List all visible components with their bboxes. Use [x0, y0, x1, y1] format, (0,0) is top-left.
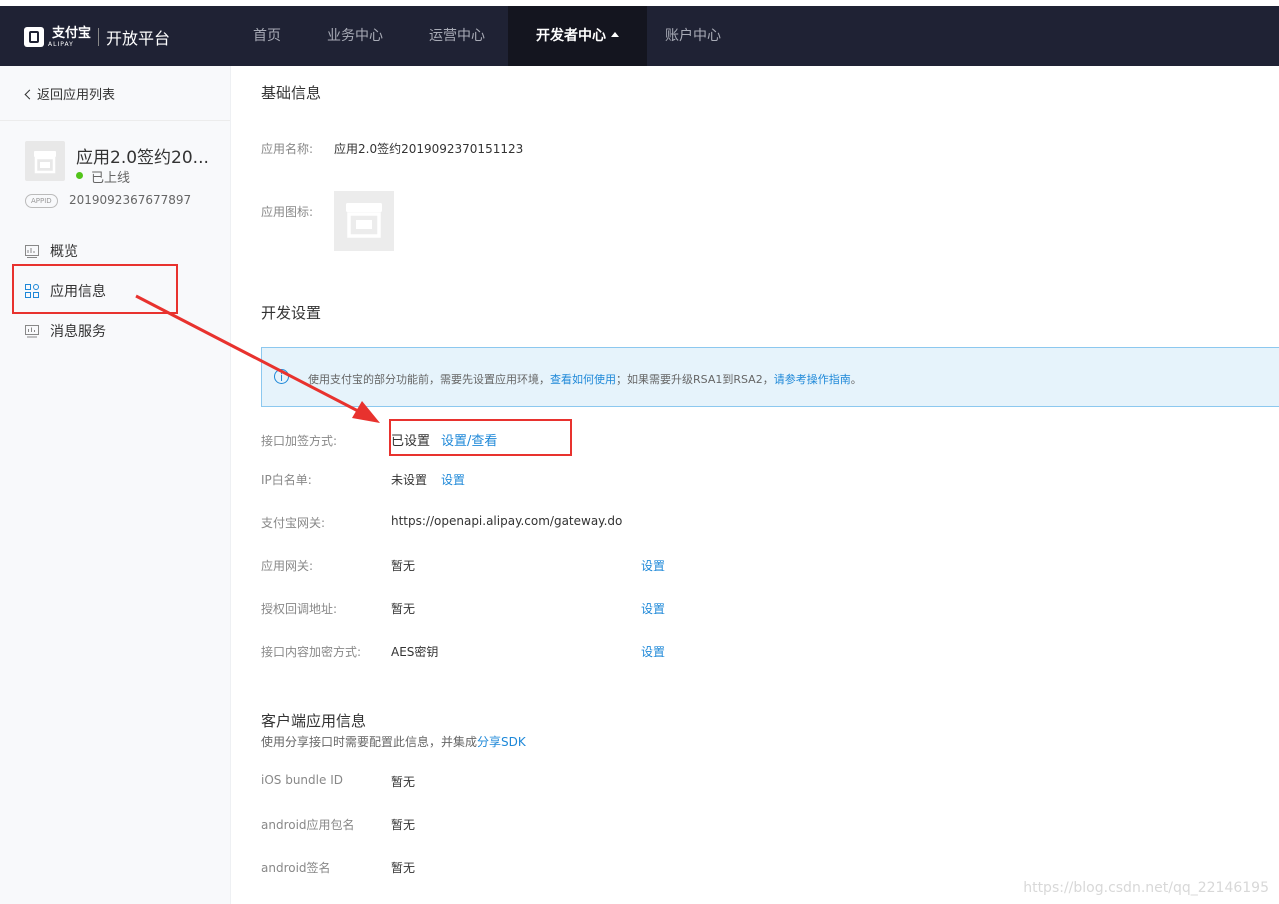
share-sdk-link[interactable]: 分享SDK [477, 735, 526, 749]
ios-bundle-value: 暂无 [391, 775, 416, 789]
client-info-title: 客户端应用信息 [261, 712, 367, 730]
sidebar-item-label: 消息服务 [50, 324, 106, 340]
notice-middle: ；如果需要升级RSA1到RSA2， [616, 373, 774, 386]
client-info-note: 使用分享接口时需要配置此信息，并集成分享SDK [261, 733, 526, 750]
app-name: 应用2.0签约20... [76, 148, 209, 168]
info-icon: i [274, 369, 289, 384]
back-to-app-list-link[interactable]: 返回应用列表 [24, 84, 116, 103]
android-package-value: 暂无 [391, 818, 416, 832]
sign-method-label: 接口加签方式: [261, 434, 338, 448]
alipay-gateway-label: 支付宝网关: [261, 516, 326, 530]
android-signature-value: 暂无 [391, 861, 416, 875]
appid-value: 2019092367677897 [69, 193, 192, 207]
app-name-value: 应用2.0签约2019092370151123 [334, 142, 524, 156]
top-nav-bar: 支付宝 ALIPAY 开放平台 首页 业务中心 运营中心 开发者中心 账户中心 [0, 6, 1279, 66]
appid-tag: APPID [25, 194, 58, 208]
nav-business-center[interactable]: 业务中心 [327, 6, 383, 66]
nav-account-center[interactable]: 账户中心 [665, 6, 721, 66]
app-store-icon [25, 141, 65, 181]
status-dot-icon [76, 172, 83, 179]
nav-home[interactable]: 首页 [253, 6, 281, 66]
sidebar-item-label: 概览 [50, 244, 78, 260]
ip-whitelist-label: IP白名单: [261, 473, 312, 487]
auth-callback-set-link[interactable]: 设置 [641, 600, 665, 617]
annotation-box-app-info [12, 264, 178, 314]
auth-callback-value: 暂无 [391, 602, 416, 616]
dev-settings-title: 开发设置 [261, 304, 322, 322]
sidebar-divider [0, 120, 230, 121]
content-encrypt-label: 接口内容加密方式: [261, 645, 362, 659]
nav-developer-center-label: 开发者中心 [536, 28, 606, 44]
back-label: 返回应用列表 [37, 88, 116, 103]
android-signature-label: android签名 [261, 861, 331, 875]
notice-text: 使用支付宝的部分功能前，需要先设置应用环境，查看如何使用；如果需要升级RSA1到… [308, 371, 862, 387]
android-package-label: android应用包名 [261, 818, 355, 832]
notice-prefix: 使用支付宝的部分功能前，需要先设置应用环境， [308, 373, 550, 386]
ip-whitelist-value: 未设置 [391, 473, 428, 487]
nav-developer-center[interactable]: 开发者中心 [508, 6, 647, 66]
app-gateway-label: 应用网关: [261, 559, 314, 573]
platform-title: 开放平台 [106, 29, 171, 48]
chevron-left-icon [24, 89, 35, 100]
ios-bundle-label: iOS bundle ID [261, 773, 343, 787]
content-encrypt-set-link[interactable]: 设置 [641, 643, 665, 660]
alipay-logo-icon [24, 27, 44, 47]
nav-operations-center[interactable]: 运营中心 [429, 6, 485, 66]
app-icon-label: 应用图标: [261, 205, 314, 219]
logo-text-cn: 支付宝 [52, 25, 92, 41]
sidebar-item-overview[interactable]: 概览 [25, 241, 78, 261]
notice-suffix: 。 [850, 373, 862, 386]
app-icon-image [334, 191, 394, 251]
sidebar: 返回应用列表 应用2.0签约20... 已上线 APPID 2019092367… [0, 66, 231, 904]
alipay-gateway-value: https://openapi.alipay.com/gateway.do [391, 514, 623, 528]
app-status: 已上线 [91, 171, 131, 186]
how-to-use-link[interactable]: 查看如何使用 [550, 373, 616, 386]
ip-whitelist-set-link[interactable]: 设置 [441, 471, 465, 488]
annotation-box-sign-method [389, 419, 572, 456]
app-gateway-value: 暂无 [391, 559, 416, 573]
caret-up-icon [611, 31, 619, 37]
logo-text-en: ALIPAY [48, 40, 74, 48]
alipay-logo[interactable]: 支付宝 ALIPAY 开放平台 [24, 26, 170, 48]
operation-guide-link[interactable]: 请参考操作指南 [774, 373, 851, 386]
chart-icon [25, 244, 39, 258]
sidebar-item-message-service[interactable]: 消息服务 [25, 321, 106, 341]
info-notice: i 使用支付宝的部分功能前，需要先设置应用环境，查看如何使用；如果需要升级RSA… [261, 347, 1279, 407]
auth-callback-label: 授权回调地址: [261, 602, 338, 616]
app-gateway-set-link[interactable]: 设置 [641, 557, 665, 574]
main-content: 基础信息 应用名称: 应用2.0签约2019092370151123 应用图标:… [231, 66, 1279, 904]
content-encrypt-value: AES密钥 [391, 645, 439, 659]
watermark: https://blog.csdn.net/qq_22146195 [1023, 880, 1269, 896]
app-name-label: 应用名称: [261, 142, 314, 156]
monitor-icon [25, 324, 39, 338]
logo-separator [98, 28, 100, 46]
basic-info-title: 基础信息 [261, 84, 322, 102]
client-note-text: 使用分享接口时需要配置此信息，并集成 [261, 735, 478, 749]
